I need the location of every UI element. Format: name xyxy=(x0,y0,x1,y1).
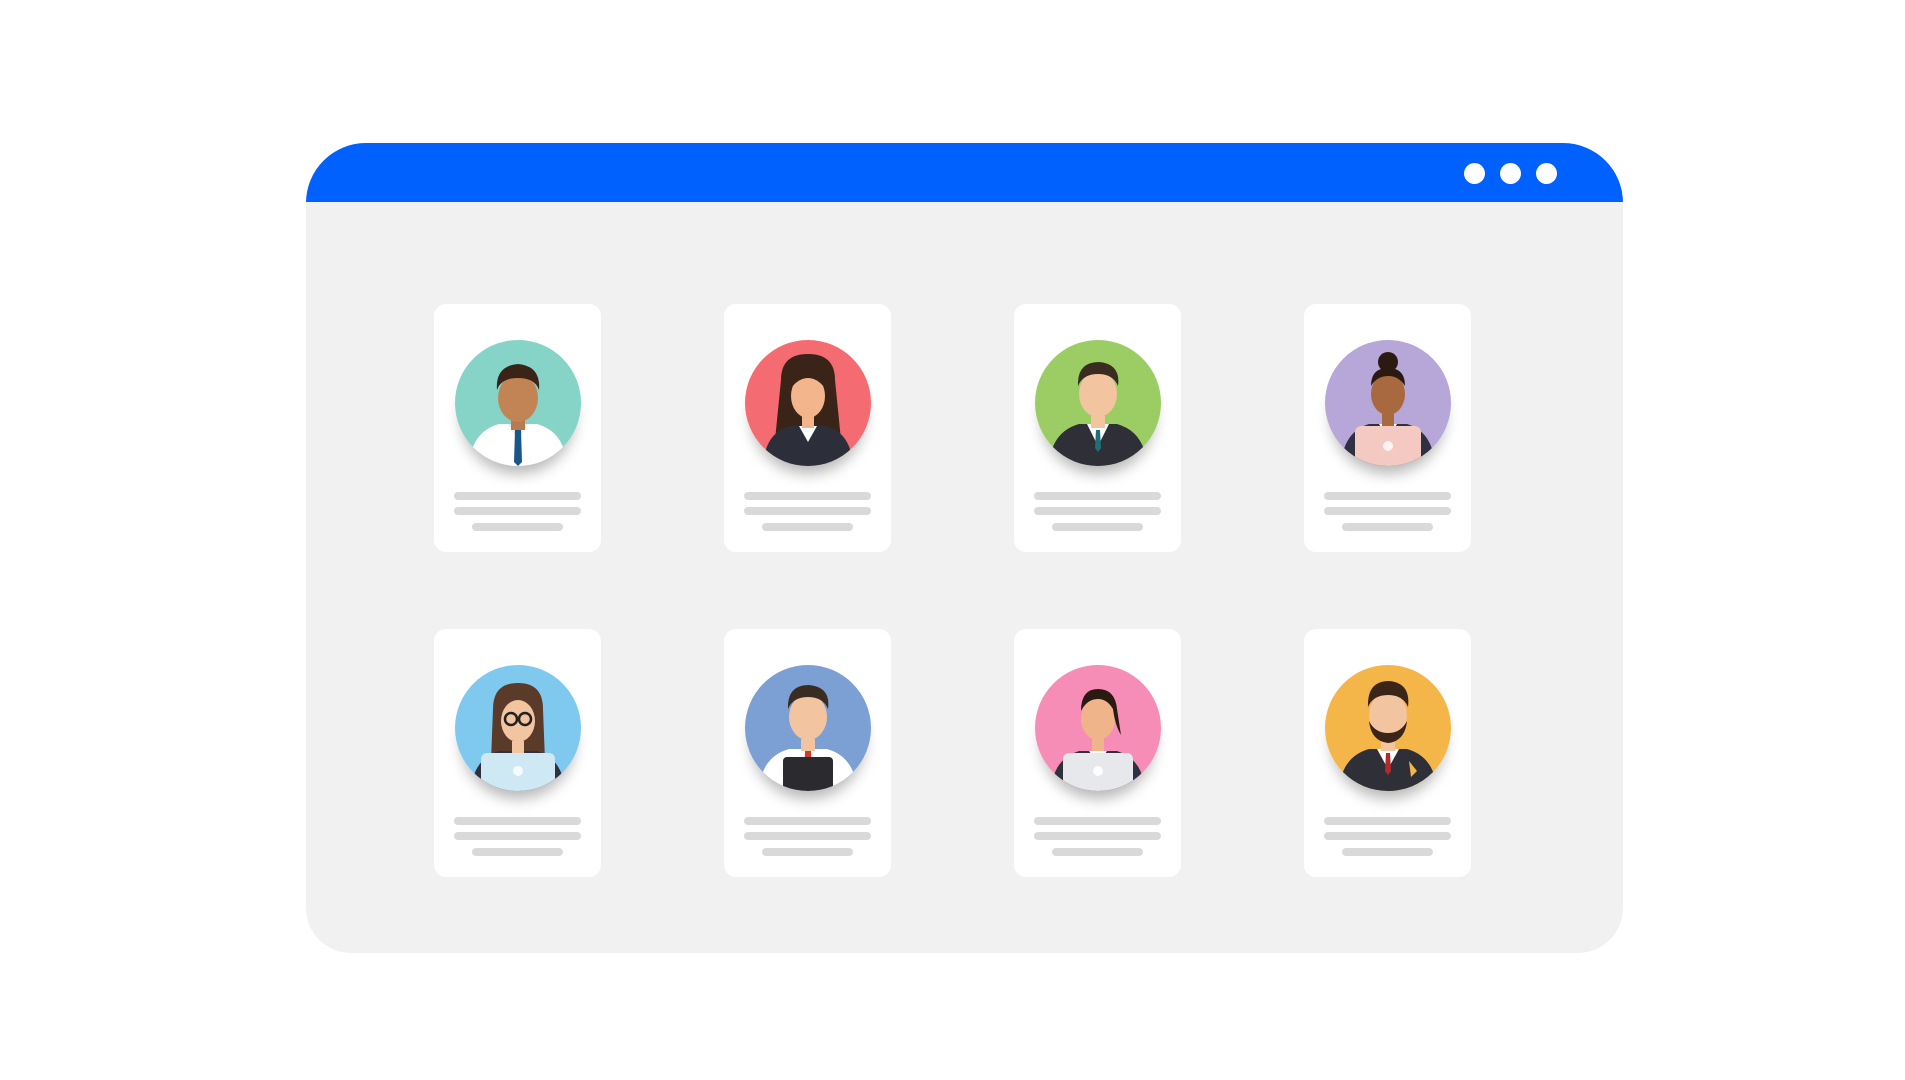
placeholder-line xyxy=(1342,848,1433,856)
profile-card-4[interactable] xyxy=(1304,304,1471,552)
window-control-dot-2[interactable] xyxy=(1500,163,1521,184)
profile-card-1[interactable] xyxy=(434,304,601,552)
placeholder-line xyxy=(454,507,581,515)
avatar-man-beard-icon xyxy=(1325,665,1451,791)
placeholder-line xyxy=(1052,848,1143,856)
avatar-woman-laptop-icon xyxy=(1325,340,1451,466)
avatar-man-dark-suit-icon xyxy=(1035,340,1161,466)
avatar-man-white-shirt-icon xyxy=(455,340,581,466)
placeholder-line xyxy=(1034,507,1161,515)
placeholder-line xyxy=(744,817,871,825)
placeholder-line xyxy=(1324,817,1451,825)
placeholder-line xyxy=(1342,523,1433,531)
app-window xyxy=(306,143,1623,953)
placeholder-line xyxy=(744,832,871,840)
placeholder-line xyxy=(1324,832,1451,840)
profile-card-3[interactable] xyxy=(1014,304,1181,552)
placeholder-line xyxy=(1052,523,1143,531)
placeholder-line xyxy=(472,848,563,856)
window-control-dot-3[interactable] xyxy=(1536,163,1557,184)
window-control-dot-1[interactable] xyxy=(1464,163,1485,184)
profile-card-6[interactable] xyxy=(724,629,891,877)
profile-card-2[interactable] xyxy=(724,304,891,552)
placeholder-line xyxy=(762,523,853,531)
placeholder-line xyxy=(1324,492,1451,500)
placeholder-line xyxy=(454,832,581,840)
placeholder-line xyxy=(1034,492,1161,500)
placeholder-line xyxy=(1034,832,1161,840)
placeholder-line xyxy=(472,523,563,531)
profile-card-8[interactable] xyxy=(1304,629,1471,877)
placeholder-line xyxy=(454,817,581,825)
placeholder-line xyxy=(454,492,581,500)
avatar-woman-glasses-icon xyxy=(455,665,581,791)
placeholder-line xyxy=(1034,817,1161,825)
avatar-woman-ponytail-icon xyxy=(1035,665,1161,791)
title-bar xyxy=(306,143,1623,202)
placeholder-line xyxy=(744,507,871,515)
avatar-man-tablet-icon xyxy=(745,665,871,791)
avatar-woman-long-hair-icon xyxy=(745,340,871,466)
profile-card-7[interactable] xyxy=(1014,629,1181,877)
placeholder-line xyxy=(744,492,871,500)
profile-card-5[interactable] xyxy=(434,629,601,877)
placeholder-line xyxy=(762,848,853,856)
placeholder-line xyxy=(1324,507,1451,515)
